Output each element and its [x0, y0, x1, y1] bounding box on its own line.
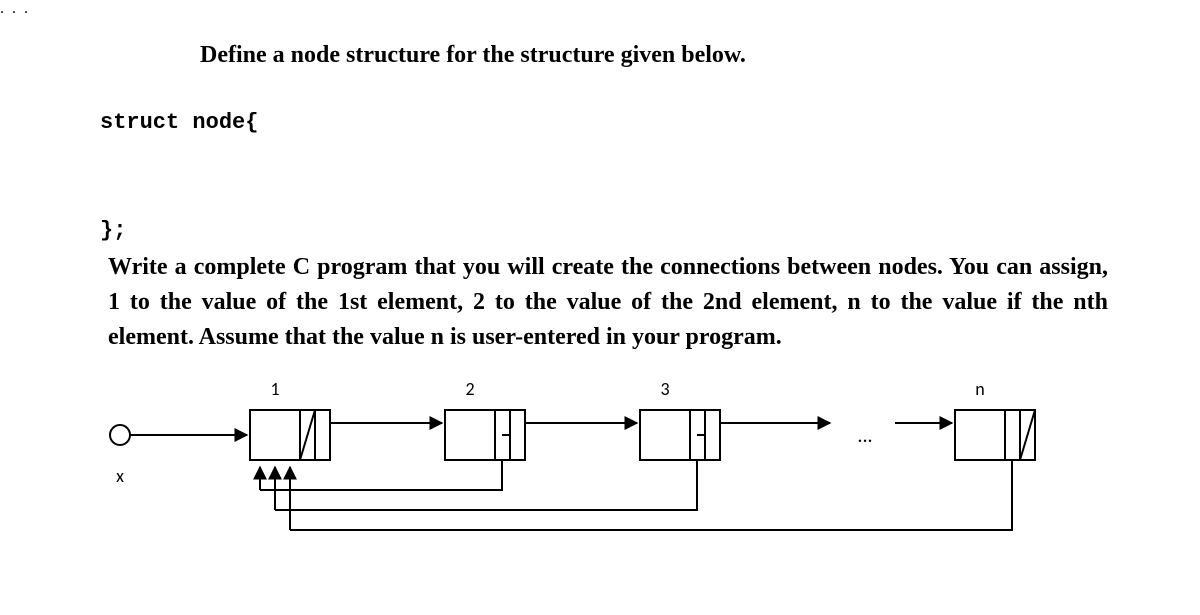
node-1-label: 1	[270, 378, 279, 400]
node-n: n	[955, 378, 1035, 460]
back-arrow-n-to-1	[290, 460, 1012, 530]
node-2: 2	[445, 378, 525, 460]
question-heading: Define a node structure for the structur…	[200, 42, 746, 69]
code-body-ellipsis: . . .	[0, 0, 1200, 18]
linked-list-diagram: x 1 2 3	[95, 370, 1105, 560]
diagram-ellipsis: ...	[857, 424, 872, 448]
code-struct-open: struct node{	[100, 110, 258, 135]
node-n-label: n	[975, 378, 984, 400]
head-circle	[110, 425, 130, 445]
code-struct-close: };	[100, 218, 126, 243]
node-3-label: 3	[660, 378, 669, 400]
node-3: 3	[640, 378, 720, 460]
question-paragraph: Write a complete C program that you will…	[108, 250, 1108, 354]
head-label: x	[116, 465, 124, 487]
back-arrow-2-to-1	[260, 460, 502, 490]
node-1: 1	[250, 378, 330, 460]
back-arrow-3-to-1	[275, 460, 697, 510]
node-2-label: 2	[465, 378, 474, 400]
page: Define a node structure for the structur…	[0, 0, 1200, 615]
